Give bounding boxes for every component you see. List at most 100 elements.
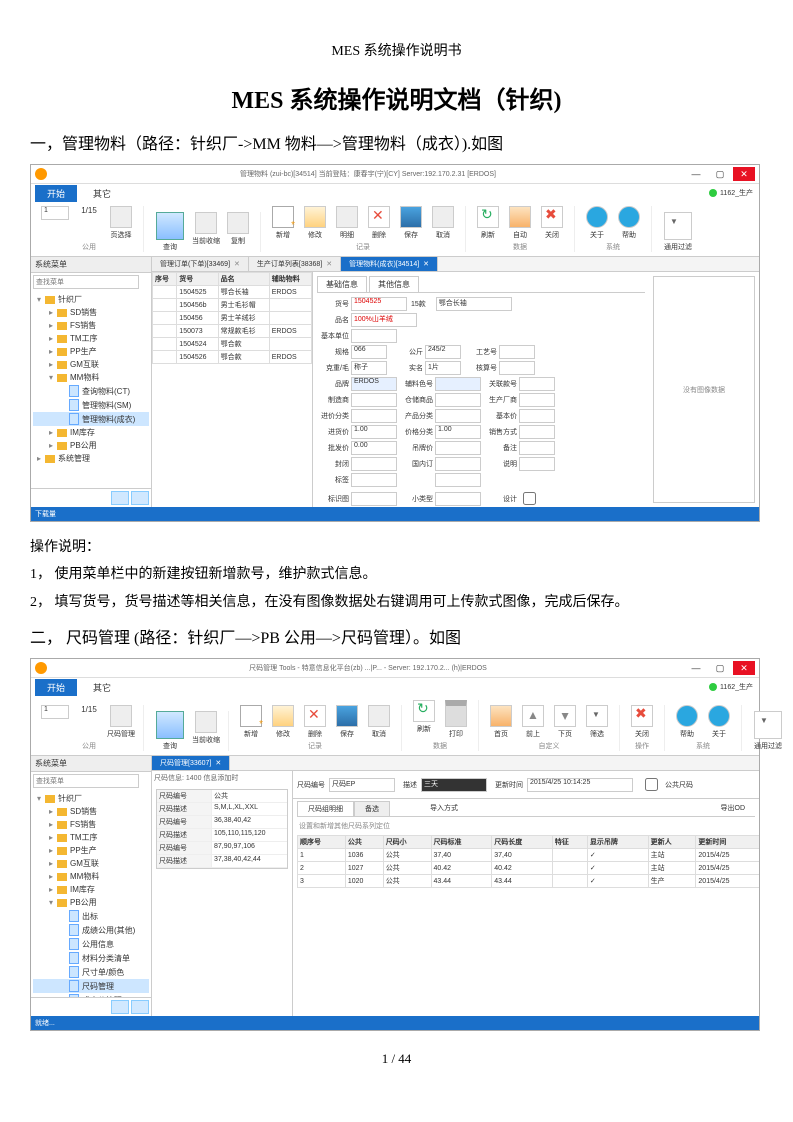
doc-tab[interactable]: 尺码管理[33607]✕ xyxy=(152,756,230,770)
info-val-1[interactable]: 尺码EP xyxy=(329,778,395,792)
delete-icon[interactable] xyxy=(304,705,326,727)
material-grid[interactable]: 序号货号品名辅助物料1504525鄂合长袖ERDOS150456b男士毛衫帽15… xyxy=(152,272,312,364)
field-name[interactable]: 100%山羊绒 xyxy=(351,313,417,327)
field-hh[interactable] xyxy=(499,361,535,375)
undo-icon[interactable] xyxy=(432,206,454,228)
doc-tab[interactable]: 生产订单列表[38368]✕ xyxy=(249,257,341,271)
close-doc-icon[interactable] xyxy=(631,705,653,727)
grid-header[interactable]: 序号 xyxy=(153,273,177,286)
sidebar-search-input[interactable] xyxy=(33,275,139,289)
field-pix[interactable] xyxy=(351,329,397,343)
table-row[interactable]: 150073常规款毛衫ERDOS xyxy=(153,325,312,338)
size-grid[interactable]: 顺序号公共尺码小尺码标准尺码长度特征显示吊牌更新人更新时间11036公共37,4… xyxy=(297,835,759,888)
field-weight[interactable]: 称子 xyxy=(351,361,387,375)
table-row[interactable]: 21027公共40.4240.42✓主站2015/4/25 xyxy=(298,862,760,875)
sidebar-footer-btn-2[interactable] xyxy=(131,1000,149,1014)
field-gy[interactable] xyxy=(499,345,535,359)
grid-header[interactable]: 显示吊牌 xyxy=(587,836,648,849)
tree-item[interactable]: ▾MM物料 xyxy=(33,371,149,384)
tree-item[interactable]: ▸系统管理 xyxy=(33,452,149,465)
field-bc[interactable] xyxy=(351,473,397,487)
field-code[interactable]: 1504525 xyxy=(351,297,407,311)
tree-item[interactable]: ▸IM库存 xyxy=(33,426,149,439)
tree-item[interactable]: ▸TM工序 xyxy=(33,831,149,844)
table-row[interactable]: 150456b男士毛衫帽 xyxy=(153,299,312,312)
kv-row[interactable]: 尺码描述37,38,40,42,44 xyxy=(157,855,287,868)
delete-icon[interactable] xyxy=(368,206,390,228)
tree-item[interactable]: ▸SD销售 xyxy=(33,805,149,818)
kv-row[interactable]: 尺码描述105,110,115,120 xyxy=(157,829,287,842)
info-val-2[interactable]: 三天 xyxy=(421,778,487,792)
tree-item[interactable]: 管理物料(成衣) xyxy=(33,412,149,426)
field-jgdl[interactable] xyxy=(351,409,397,423)
page-up-icon[interactable] xyxy=(522,705,544,727)
subtab-1[interactable]: 尺码组明细 xyxy=(297,801,354,816)
edit-icon[interactable] xyxy=(304,206,326,228)
field-sddd[interactable] xyxy=(435,492,481,506)
about-icon[interactable] xyxy=(708,705,730,727)
maximize-button[interactable]: ▢ xyxy=(709,167,731,181)
tree-item[interactable]: 尺码管理 xyxy=(33,979,149,993)
info-check[interactable] xyxy=(645,778,658,791)
new-icon[interactable] xyxy=(272,206,294,228)
page-input[interactable]: 1 xyxy=(41,206,69,220)
new-icon[interactable] xyxy=(240,705,262,727)
table-row[interactable]: 11036公共37,4037,40✓主站2015/4/25 xyxy=(298,849,760,862)
field-xssj[interactable] xyxy=(519,425,555,439)
info-val-3[interactable]: 2015/4/25 10:14:25 xyxy=(527,778,633,792)
maximize-button[interactable]: ▢ xyxy=(709,661,731,675)
tab-start[interactable]: 开始 xyxy=(35,185,77,202)
minimize-button[interactable]: — xyxy=(685,661,707,675)
page-label-icon[interactable] xyxy=(110,705,132,727)
field-bd[interactable] xyxy=(351,492,397,506)
tree-item[interactable]: 材料分类清单 xyxy=(33,951,149,965)
edit-icon[interactable] xyxy=(272,705,294,727)
grid-header[interactable]: 更新时间 xyxy=(696,836,759,849)
doc-tab[interactable]: 管理物料(成衣)[34514]✕ xyxy=(341,257,438,271)
filter-icon[interactable] xyxy=(586,705,608,727)
table-row[interactable]: 1504526鄂合款ERDOS xyxy=(153,351,312,364)
table-row[interactable]: 1504524鄂合款 xyxy=(153,338,312,351)
detail-icon[interactable] xyxy=(336,206,358,228)
field-spec[interactable]: 066 xyxy=(351,345,387,359)
close-button[interactable]: ✕ xyxy=(733,661,755,675)
grid-header[interactable]: 顺序号 xyxy=(298,836,346,849)
grid-header[interactable]: 辅助物料 xyxy=(269,273,311,286)
field-maker[interactable] xyxy=(351,393,397,407)
field-tdsj[interactable] xyxy=(435,441,481,455)
table-row[interactable]: 1504525鄂合长袖ERDOS xyxy=(153,286,312,299)
field-jgfl[interactable]: 1.00 xyxy=(435,425,481,439)
tab-close-icon[interactable]: ✕ xyxy=(326,260,332,268)
grid-header[interactable]: 品名 xyxy=(218,273,269,286)
form-tab-basic[interactable]: 基础信息 xyxy=(317,276,367,292)
save-icon[interactable] xyxy=(400,206,422,228)
tree-item[interactable]: ▸PB公用 xyxy=(33,439,149,452)
about-icon[interactable] xyxy=(586,206,608,228)
page-input[interactable]: 1 xyxy=(41,705,69,719)
collapse-icon[interactable] xyxy=(195,212,217,234)
kv-row[interactable]: 尺码编号公共 xyxy=(157,790,287,803)
quickfilter-icon[interactable] xyxy=(754,711,782,739)
tree-item[interactable]: ▸PP生产 xyxy=(33,345,149,358)
table-row[interactable]: 31020公共43.4443.44✓生产2015/4/25 xyxy=(298,875,760,888)
form-tab-other[interactable]: 其他信息 xyxy=(369,276,419,292)
save-icon[interactable] xyxy=(336,705,358,727)
tree-item[interactable]: ▸IM库存 xyxy=(33,883,149,896)
field-gm[interactable] xyxy=(435,457,481,471)
field-bc2[interactable] xyxy=(435,473,481,487)
field-sedl[interactable] xyxy=(435,409,481,423)
tree-item[interactable]: ▸FS销售 xyxy=(33,319,149,332)
sidebar-footer-btn-1[interactable] xyxy=(111,1000,129,1014)
table-row[interactable]: 150456男士羊绒衫 xyxy=(153,312,312,325)
tree-item[interactable]: ▾PB公用 xyxy=(33,896,149,909)
tab-start[interactable]: 开始 xyxy=(35,679,77,696)
home-icon[interactable] xyxy=(490,705,512,727)
close-button[interactable]: ✕ xyxy=(733,167,755,181)
sidebar-footer-btn-2[interactable] xyxy=(131,491,149,505)
tab-other[interactable]: 其它 xyxy=(81,679,123,696)
page-select-icon[interactable] xyxy=(110,206,132,228)
sidebar-footer-btn-1[interactable] xyxy=(111,491,129,505)
tree-item[interactable]: ▸GM互联 xyxy=(33,857,149,870)
grid-header[interactable]: 货号 xyxy=(177,273,218,286)
grid-header[interactable]: 尺码小 xyxy=(383,836,431,849)
